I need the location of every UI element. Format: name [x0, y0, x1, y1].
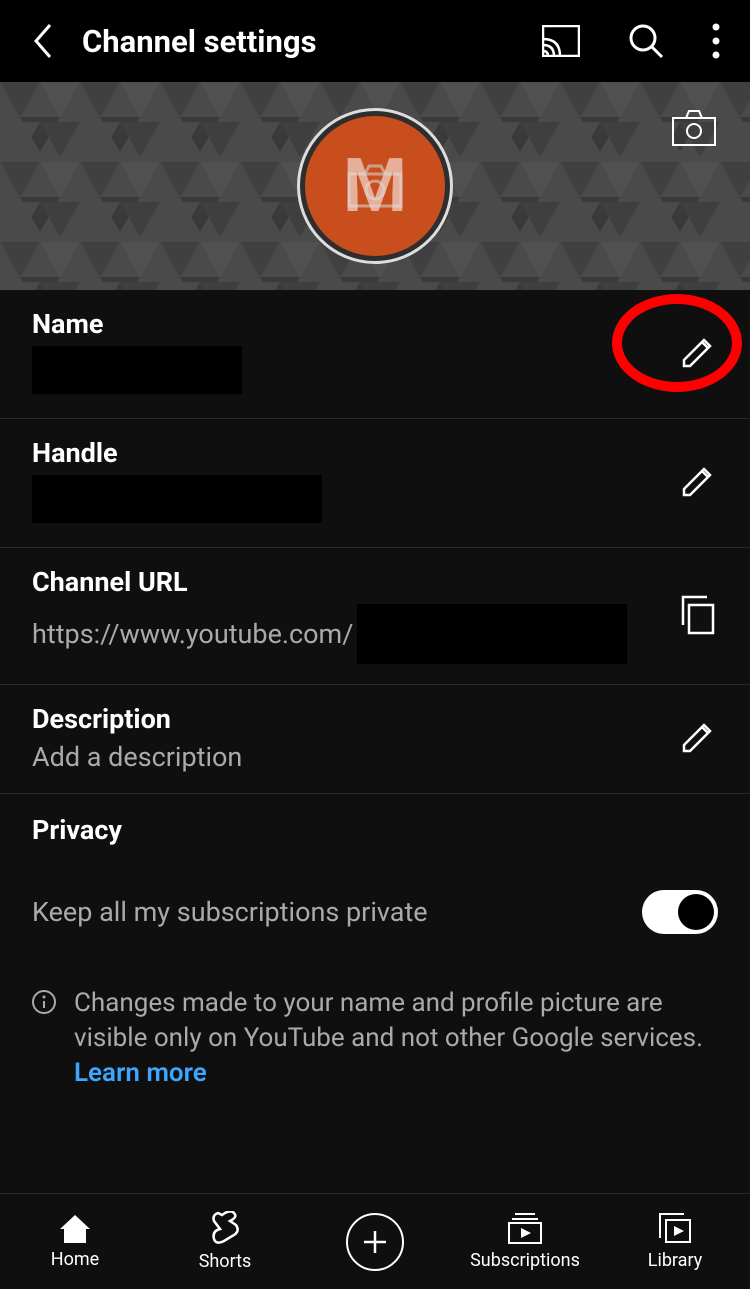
bottom-nav: Home Shorts Subscriptions Library — [0, 1193, 750, 1289]
edit-name-button[interactable] — [676, 334, 718, 372]
banner-camera-button[interactable] — [672, 110, 716, 146]
nav-library[interactable]: Library — [605, 1212, 745, 1271]
channel-url-prefix: https://www.youtube.com/ — [32, 618, 353, 650]
handle-label: Handle — [32, 437, 676, 469]
avatar[interactable]: M — [297, 108, 453, 264]
library-icon — [658, 1212, 692, 1244]
shorts-icon — [210, 1211, 240, 1245]
channel-url-row: Channel URL https://www.youtube.com/ — [0, 548, 750, 685]
info-notice: Changes made to your name and profile pi… — [0, 986, 750, 1091]
info-icon — [32, 990, 56, 1091]
plus-icon — [346, 1213, 404, 1271]
description-label: Description — [32, 703, 676, 735]
name-label: Name — [32, 308, 676, 340]
privacy-title: Privacy — [32, 814, 718, 846]
name-value-redacted — [32, 346, 242, 394]
more-icon[interactable] — [712, 23, 720, 59]
subscriptions-icon — [507, 1212, 543, 1244]
description-placeholder: Add a description — [32, 741, 676, 773]
nav-create[interactable] — [305, 1213, 445, 1271]
search-icon[interactable] — [628, 23, 664, 59]
nav-home[interactable]: Home — [5, 1213, 145, 1270]
learn-more-link[interactable]: Learn more — [74, 1058, 207, 1088]
privacy-toggle[interactable] — [642, 890, 718, 934]
nav-shorts[interactable]: Shorts — [155, 1211, 295, 1272]
nav-subscriptions[interactable]: Subscriptions — [455, 1212, 595, 1271]
edit-handle-button[interactable] — [676, 463, 718, 501]
cast-icon[interactable] — [542, 25, 580, 57]
header: Channel settings — [0, 0, 750, 82]
privacy-section: Privacy Keep all my subscriptions privat… — [0, 794, 750, 934]
nav-home-label: Home — [51, 1249, 99, 1270]
channel-url-value-redacted — [357, 604, 627, 664]
home-icon — [58, 1213, 92, 1243]
edit-description-button[interactable] — [676, 719, 718, 757]
handle-value-redacted — [32, 475, 322, 523]
nav-library-label: Library — [648, 1250, 703, 1271]
info-text: Changes made to your name and profile pi… — [74, 988, 703, 1053]
privacy-toggle-label: Keep all my subscriptions private — [32, 896, 428, 928]
copy-url-button[interactable] — [676, 595, 718, 635]
channel-banner: M — [0, 82, 750, 290]
page-title: Channel settings — [82, 23, 514, 60]
nav-subscriptions-label: Subscriptions — [470, 1250, 580, 1271]
back-button[interactable] — [30, 21, 54, 61]
description-row: Description Add a description — [0, 685, 750, 794]
nav-shorts-label: Shorts — [199, 1251, 252, 1272]
name-row: Name — [0, 290, 750, 419]
channel-url-label: Channel URL — [32, 566, 676, 598]
handle-row: Handle — [0, 419, 750, 548]
camera-icon — [347, 164, 403, 208]
